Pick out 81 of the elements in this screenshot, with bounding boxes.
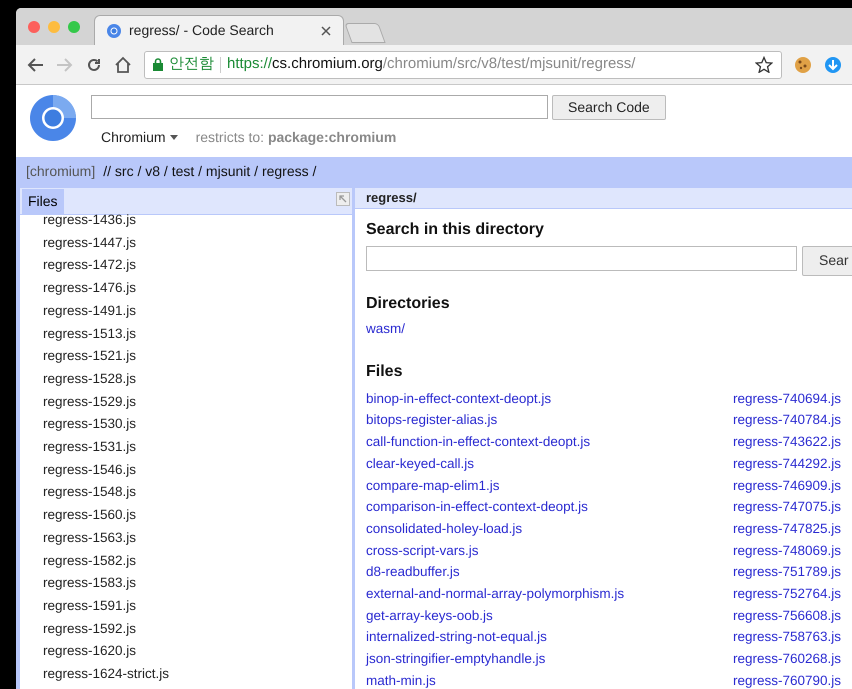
browser-tab[interactable]: regress/ - Code Search [94,15,344,45]
file-link[interactable]: clear-keyed-call.js [366,452,474,475]
back-icon[interactable] [26,56,44,72]
file-link[interactable]: regress-760790.js [733,670,842,689]
tree-item[interactable]: regress-1472.js [43,254,136,278]
file-link[interactable]: external-and-normal-array-polymorphism.js [366,583,624,605]
reload-icon[interactable] [86,56,102,72]
file-link[interactable]: binop-in-effect-context-deopt.js [366,388,552,410]
file-link[interactable]: compare-map-elim1.js [366,474,500,496]
file-link[interactable]: math-min.js [366,670,436,689]
tree-item[interactable]: regress-1592.js [43,618,136,640]
tree-item[interactable]: regress-1513.js [43,322,136,346]
tree-item[interactable]: regress-1491.js [43,300,136,323]
circle-logo-icon[interactable] [30,95,76,141]
tree-item[interactable]: regress-1531.js [43,436,136,459]
tree-item[interactable]: regress-1560.js [43,504,136,527]
file-link[interactable]: internalized-string-not-equal.js [366,626,547,648]
file-link[interactable]: regress-743622.js [733,431,842,453]
tab-title: regress/ - Code Search [129,21,275,40]
file-link[interactable]: regress-758763.js [733,626,842,648]
file-link[interactable]: regress-740784.js [733,409,842,432]
file-link[interactable]: regress-756608.js [733,604,842,626]
star-icon[interactable] [755,56,773,73]
tree-item[interactable]: regress-1530.js [43,413,136,436]
search-field[interactable] [91,95,548,119]
section-heading: Search in this directory [366,220,545,240]
restricts-text: restricts to: package:chromium [196,128,396,147]
file-link[interactable]: regress-747825.js [733,518,842,540]
file-link[interactable]: regress-747075.js [733,496,842,518]
file-link[interactable]: regress-752764.js [733,583,842,605]
tree-item[interactable]: regress-1620.js [43,640,136,664]
breadcrumb-root[interactable]: [chromium] [26,160,96,182]
tree-item[interactable]: regress-1528.js [43,368,136,391]
new-tab-button[interactable] [344,23,386,43]
caret-icon [170,135,178,140]
file-link[interactable]: regress-744292.js [733,452,842,475]
tree-item[interactable]: regress-1563.js [43,526,136,550]
section-heading: Files [366,362,404,382]
directory-title: regress/ [355,188,852,208]
section-heading: Directories [366,294,451,314]
lock-icon [153,58,163,71]
tree-item[interactable]: regress-1476.js [43,277,136,300]
file-link[interactable]: cross-script-vars.js [366,540,479,562]
file-link[interactable]: json-stringifier-emptyhandle.js [366,648,546,670]
tree-item[interactable]: regress-1529.js [43,390,136,414]
file-link[interactable]: bitops-register-alias.js [366,409,498,432]
close-window-icon[interactable] [28,20,40,32]
file-link[interactable]: get-array-keys-oob.js [366,604,493,626]
address-bar[interactable]: 안전함 https://cs.chromium.org/chromium/src/v8/test/mjsunit/regress/ [144,50,782,78]
tree-item[interactable]: regress-1521.js [43,345,136,368]
file-link[interactable]: regress-740694.js [733,388,842,410]
url-text: https://cs.chromium.org/chromium/src/v8/test/mjsunit/regress/ [227,54,636,74]
collapse-icon[interactable] [336,192,350,206]
tree-item[interactable]: regress-1583.js [43,572,136,595]
favicon-icon [107,24,121,38]
tree-item[interactable]: regress-1582.js [43,550,136,572]
tree-item[interactable]: regress-1624-strict.js [43,663,170,686]
file-link[interactable]: comparison-in-effect-context-deopt.js [366,496,588,518]
tree-item[interactable]: regress-1447.js [43,232,136,254]
directory-search-field[interactable] [366,246,797,270]
file-link[interactable]: regress-746909.js [733,474,842,496]
file-link[interactable]: regress-760268.js [733,648,842,670]
files-tab[interactable]: Files [22,189,64,214]
download-icon[interactable] [824,56,842,74]
file-link[interactable]: regress-751789.js [733,561,842,584]
file-link[interactable]: consolidated-holey-load.js [366,518,522,540]
file-link[interactable]: regress-748069.js [733,540,842,562]
cookie-icon[interactable] [794,56,812,74]
file-link[interactable]: call-function-in-effect-context-deopt.js [366,431,590,453]
project-dropdown[interactable]: Chromium [101,127,178,148]
search-button[interactable]: Sear [802,246,852,276]
tree-item[interactable]: regress-1591.js [43,594,136,618]
security-label: 안전함 [169,54,214,74]
home-icon[interactable] [114,56,132,73]
tree-item[interactable]: regress-1546.js [43,458,136,482]
tree-item[interactable]: regress-1548.js [43,481,136,504]
close-icon[interactable] [321,26,331,36]
search-code-button[interactable]: Search Code [552,95,666,120]
directory-link[interactable]: wasm/ [366,318,406,339]
breadcrumb-path[interactable]: // src / v8 / test / mjsunit / regress / [103,160,316,182]
file-link[interactable]: d8-readbuffer.js [366,561,460,584]
